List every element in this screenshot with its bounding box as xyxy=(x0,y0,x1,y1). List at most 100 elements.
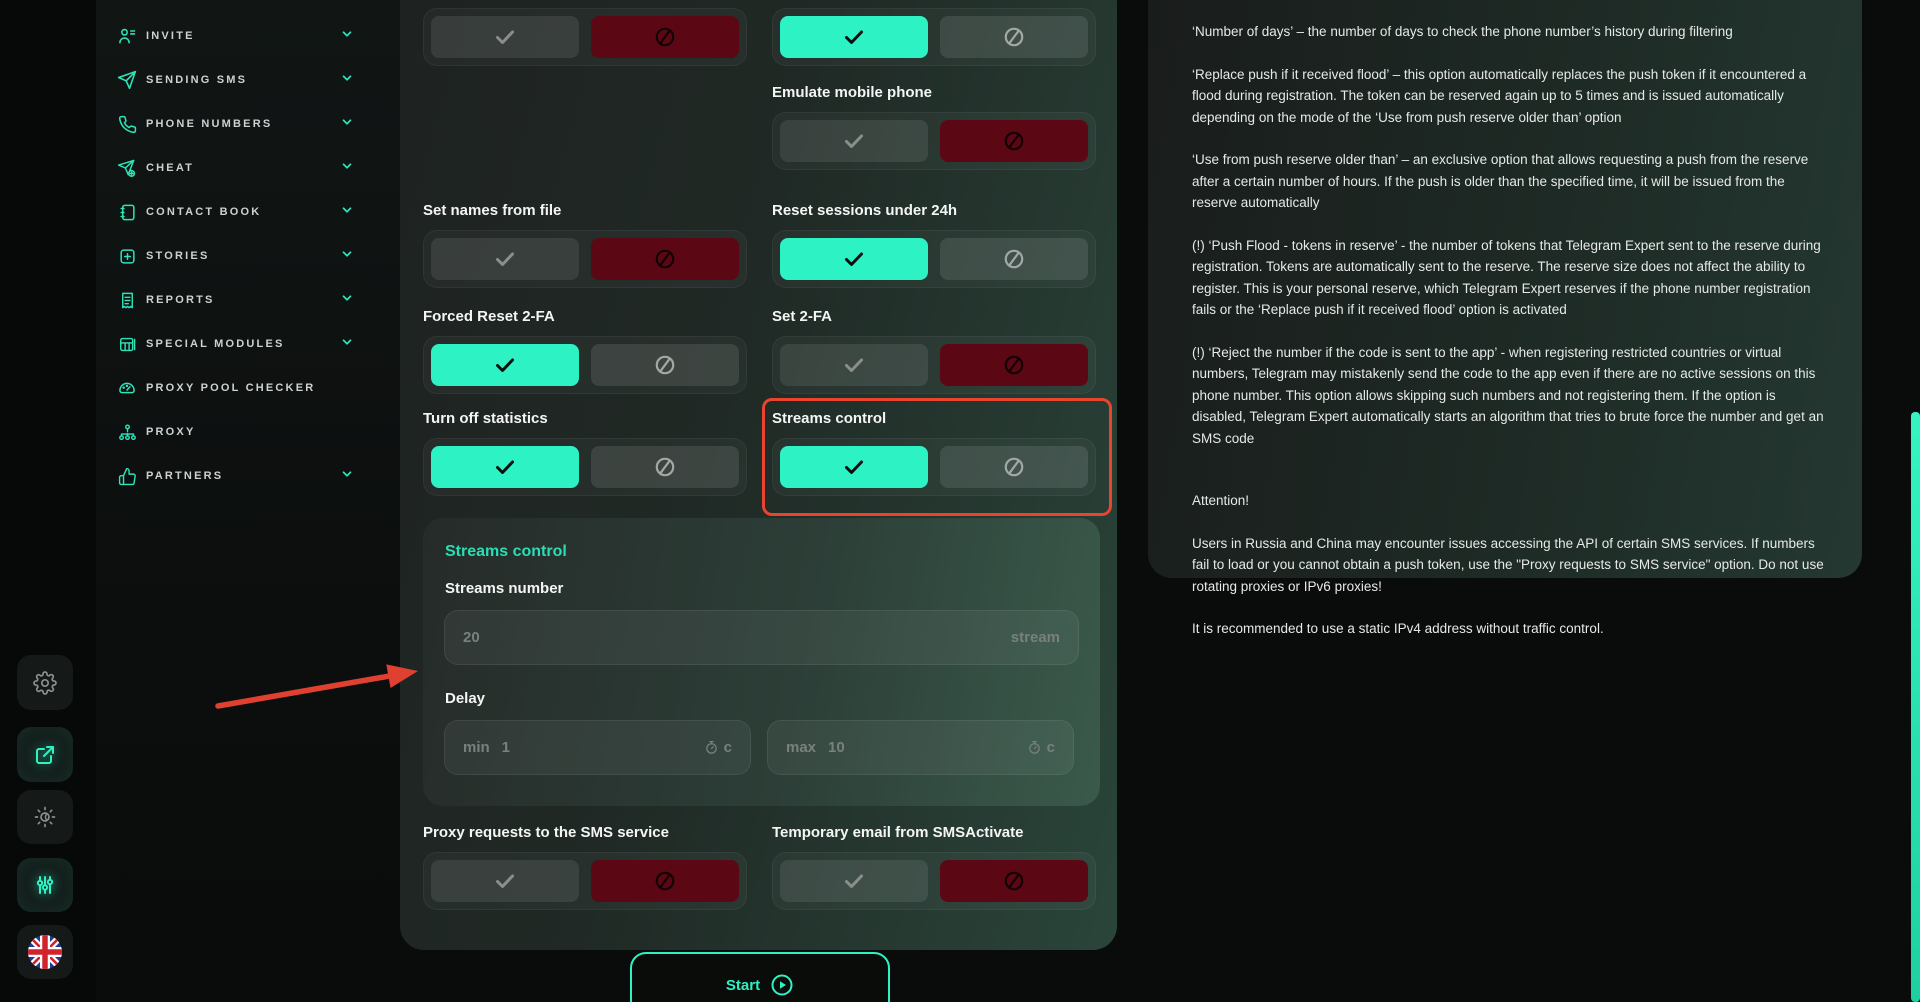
prohibited-icon xyxy=(1002,129,1026,153)
prohibited-icon xyxy=(653,455,677,479)
check-icon xyxy=(493,455,517,479)
sidebar-item-special-modules[interactable]: Special modules xyxy=(96,322,400,366)
toggle-no-button[interactable] xyxy=(591,16,739,58)
chevron-down-icon[interactable] xyxy=(340,291,354,310)
delay-max-value: 10 xyxy=(828,739,1027,756)
delay-min-input[interactable]: min 1 c xyxy=(444,720,751,775)
toggle-no-button[interactable] xyxy=(591,344,739,386)
delay-unit: c xyxy=(724,739,732,756)
sidebar-nav: Invite Sending SMS Phone numbers xyxy=(96,0,400,1002)
toggle-proxy-requests-sms xyxy=(423,852,747,910)
language-button[interactable] xyxy=(17,925,73,979)
sidebar-item-label: Proxy pool checker xyxy=(146,382,354,394)
prohibited-icon xyxy=(1002,25,1026,49)
start-button[interactable]: Start xyxy=(630,952,890,1002)
check-icon xyxy=(842,25,866,49)
sidebar-item-proxy-pool-checker[interactable]: Proxy pool checker xyxy=(96,366,400,410)
help-panel: ‘Number of days’ – the number of days to… xyxy=(1148,0,1862,578)
toggle-yes-button[interactable] xyxy=(431,344,579,386)
square-plus-icon xyxy=(116,245,138,267)
toggle-no-button[interactable] xyxy=(940,16,1088,58)
prohibited-icon xyxy=(1002,869,1026,893)
streams-number-suffix: stream xyxy=(1011,629,1060,646)
toggle-no-button[interactable] xyxy=(591,446,739,488)
scrollbar-thumb[interactable] xyxy=(1911,412,1920,1002)
toggle-yes-button[interactable] xyxy=(431,238,579,280)
streams-number-label: Streams number xyxy=(445,580,563,597)
toggle-yes-button[interactable] xyxy=(780,238,928,280)
toggle-no-button[interactable] xyxy=(940,344,1088,386)
settings-button[interactable] xyxy=(17,655,73,710)
sidebar-item-phone-numbers[interactable]: Phone numbers xyxy=(96,102,400,146)
toggle-yes-button[interactable] xyxy=(431,446,579,488)
toggle-set-2fa xyxy=(772,336,1096,394)
toggle-yes-button[interactable] xyxy=(780,120,928,162)
sidebar-item-partners[interactable]: Partners xyxy=(96,454,400,498)
setting-label: Emulate mobile phone xyxy=(772,84,932,101)
toggle-yes-button[interactable] xyxy=(780,446,928,488)
external-link-button[interactable] xyxy=(17,727,73,782)
help-attention-heading: Attention! xyxy=(1192,490,1832,512)
stopwatch-icon xyxy=(704,740,719,755)
receipt-icon xyxy=(116,289,138,311)
toggle-turn-off-statistics xyxy=(423,438,747,496)
toggle-no-button[interactable] xyxy=(591,860,739,902)
check-icon xyxy=(842,455,866,479)
chevron-down-icon[interactable] xyxy=(340,27,354,46)
toggle-no-button[interactable] xyxy=(940,860,1088,902)
gauge-icon xyxy=(116,377,138,399)
chevron-down-icon[interactable] xyxy=(340,467,354,486)
toggle-forced-reset-2fa xyxy=(423,336,747,394)
setting-label: Forced Reset 2-FA xyxy=(423,308,555,325)
sliders-icon xyxy=(33,873,57,897)
streams-control-panel: Streams control Streams number 20 stream… xyxy=(423,518,1100,806)
sidebar-item-contact-book[interactable]: Contact book xyxy=(96,190,400,234)
chevron-down-icon[interactable] xyxy=(340,247,354,266)
chevron-down-icon[interactable] xyxy=(340,115,354,134)
sun-icon xyxy=(33,805,57,829)
sidebar-item-proxy[interactable]: Proxy xyxy=(96,410,400,454)
sidebar-item-stories[interactable]: Stories xyxy=(96,234,400,278)
toggle-no-button[interactable] xyxy=(940,238,1088,280)
play-icon xyxy=(770,973,794,997)
chevron-down-icon[interactable] xyxy=(340,71,354,90)
check-icon xyxy=(842,869,866,893)
prohibited-icon xyxy=(1002,353,1026,377)
left-rail xyxy=(0,0,96,1002)
toggle-no-button[interactable] xyxy=(940,120,1088,162)
toggle-yes-button[interactable] xyxy=(780,860,928,902)
chevron-down-icon[interactable] xyxy=(340,159,354,178)
help-paragraph: ‘Number of days’ – the number of days to… xyxy=(1192,21,1832,43)
toggle-yes-button[interactable] xyxy=(780,344,928,386)
help-paragraph: Users in Russia and China may encounter … xyxy=(1192,533,1832,598)
delay-max-prefix: max xyxy=(786,739,816,756)
sidebar-item-label: Partners xyxy=(146,470,340,482)
sidebar-item-reports[interactable]: Reports xyxy=(96,278,400,322)
theme-toggle-button[interactable] xyxy=(17,790,73,844)
toggle-yes-button[interactable] xyxy=(431,860,579,902)
help-paragraph: ‘Use from push reserve older than’ – an … xyxy=(1192,149,1832,214)
help-paragraph: (!) ‘Reject the number if the code is se… xyxy=(1192,342,1832,450)
notebook-icon xyxy=(116,201,138,223)
toggle-yes-button[interactable] xyxy=(431,16,579,58)
delay-max-input[interactable]: max 10 c xyxy=(767,720,1074,775)
toggle-no-button[interactable] xyxy=(591,238,739,280)
toggle-no-button[interactable] xyxy=(940,446,1088,488)
delay-min-value: 1 xyxy=(502,739,704,756)
filters-button[interactable] xyxy=(17,858,73,912)
check-icon xyxy=(842,247,866,271)
help-paragraph: ‘Replace push if it received flood’ – th… xyxy=(1192,64,1832,129)
sidebar-item-invite[interactable]: Invite xyxy=(96,14,400,58)
chevron-down-icon[interactable] xyxy=(340,335,354,354)
sidebar-item-cheat[interactable]: Cheat xyxy=(96,146,400,190)
help-paragraph: (!) ‘Push Flood - tokens in reserve’ - t… xyxy=(1192,235,1832,321)
setting-label: Streams control xyxy=(772,410,886,427)
streams-number-input[interactable]: 20 stream xyxy=(444,610,1079,665)
chevron-down-icon[interactable] xyxy=(340,203,354,222)
external-link-icon xyxy=(33,743,57,767)
setting-label: Set names from file xyxy=(423,202,561,219)
toggle-yes-button[interactable] xyxy=(780,16,928,58)
invite-icon xyxy=(116,25,138,47)
sidebar-item-sending-sms[interactable]: Sending SMS xyxy=(96,58,400,102)
delay-min-prefix: min xyxy=(463,739,490,756)
